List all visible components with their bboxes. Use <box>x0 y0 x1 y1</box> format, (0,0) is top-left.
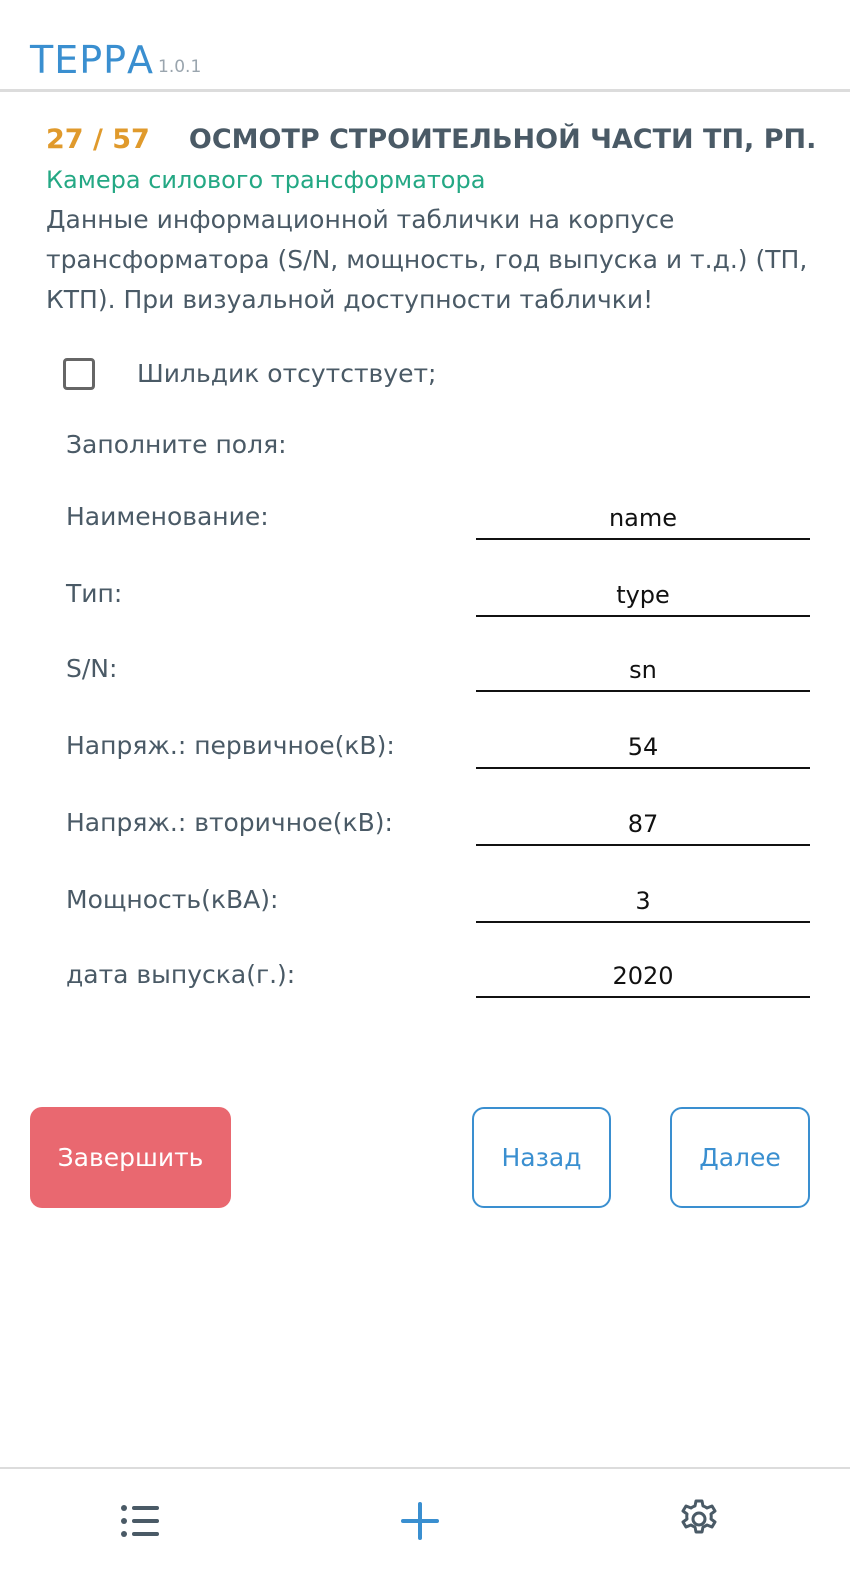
field-label-release-date: дата выпуска(г.): <box>66 960 296 989</box>
sn-input[interactable] <box>476 650 810 692</box>
bottom-nav <box>0 1467 850 1586</box>
app-screen: ТЕРРА 1.0.1 27 / 57 ОСМОТР СТРОИТЕЛЬНОЙ … <box>0 0 850 1586</box>
question-title: ОСМОТР СТРОИТЕЛЬНОЙ ЧАСТИ ТП, РП. <box>188 124 817 155</box>
form-prompt: Заполните поля: <box>66 430 287 459</box>
release-date-input[interactable] <box>476 956 810 998</box>
field-label-name: Наименование: <box>66 502 269 531</box>
no-nameplate-checkbox[interactable] <box>63 358 95 390</box>
gear-icon[interactable] <box>677 1498 721 1542</box>
field-label-secondary-voltage: Напряж.: вторичное(кВ): <box>66 808 393 837</box>
back-button[interactable]: Назад <box>472 1107 611 1208</box>
field-label-primary-voltage: Напряж.: первичное(кВ): <box>66 731 395 760</box>
name-input[interactable] <box>476 498 810 540</box>
secondary-voltage-input[interactable] <box>476 804 810 846</box>
power-input[interactable] <box>476 881 810 923</box>
type-input[interactable] <box>476 575 810 617</box>
field-label-power: Мощность(кВА): <box>66 885 279 914</box>
app-version: 1.0.1 <box>158 57 202 77</box>
app-brand: ТЕРРА <box>30 38 155 82</box>
app-header: ТЕРРА 1.0.1 <box>0 0 850 92</box>
question-subtitle: Камера силового трансформатора <box>46 166 486 194</box>
question-counter: 27 / 57 <box>46 124 150 155</box>
field-label-type: Тип: <box>66 579 123 608</box>
question-description: Данные информационной таблички на корпус… <box>46 205 808 314</box>
no-nameplate-label[interactable]: Шильдик отсутствует; <box>137 359 436 388</box>
field-label-sn: S/N: <box>66 654 118 683</box>
finish-button[interactable]: Завершить <box>30 1107 231 1208</box>
plus-icon[interactable] <box>398 1499 442 1543</box>
question-heading: 27 / 57 ОСМОТР СТРОИТЕЛЬНОЙ ЧАСТИ ТП, РП… <box>46 124 816 155</box>
next-button[interactable]: Далее <box>670 1107 810 1208</box>
list-icon[interactable] <box>118 1499 162 1543</box>
primary-voltage-input[interactable] <box>476 727 810 769</box>
